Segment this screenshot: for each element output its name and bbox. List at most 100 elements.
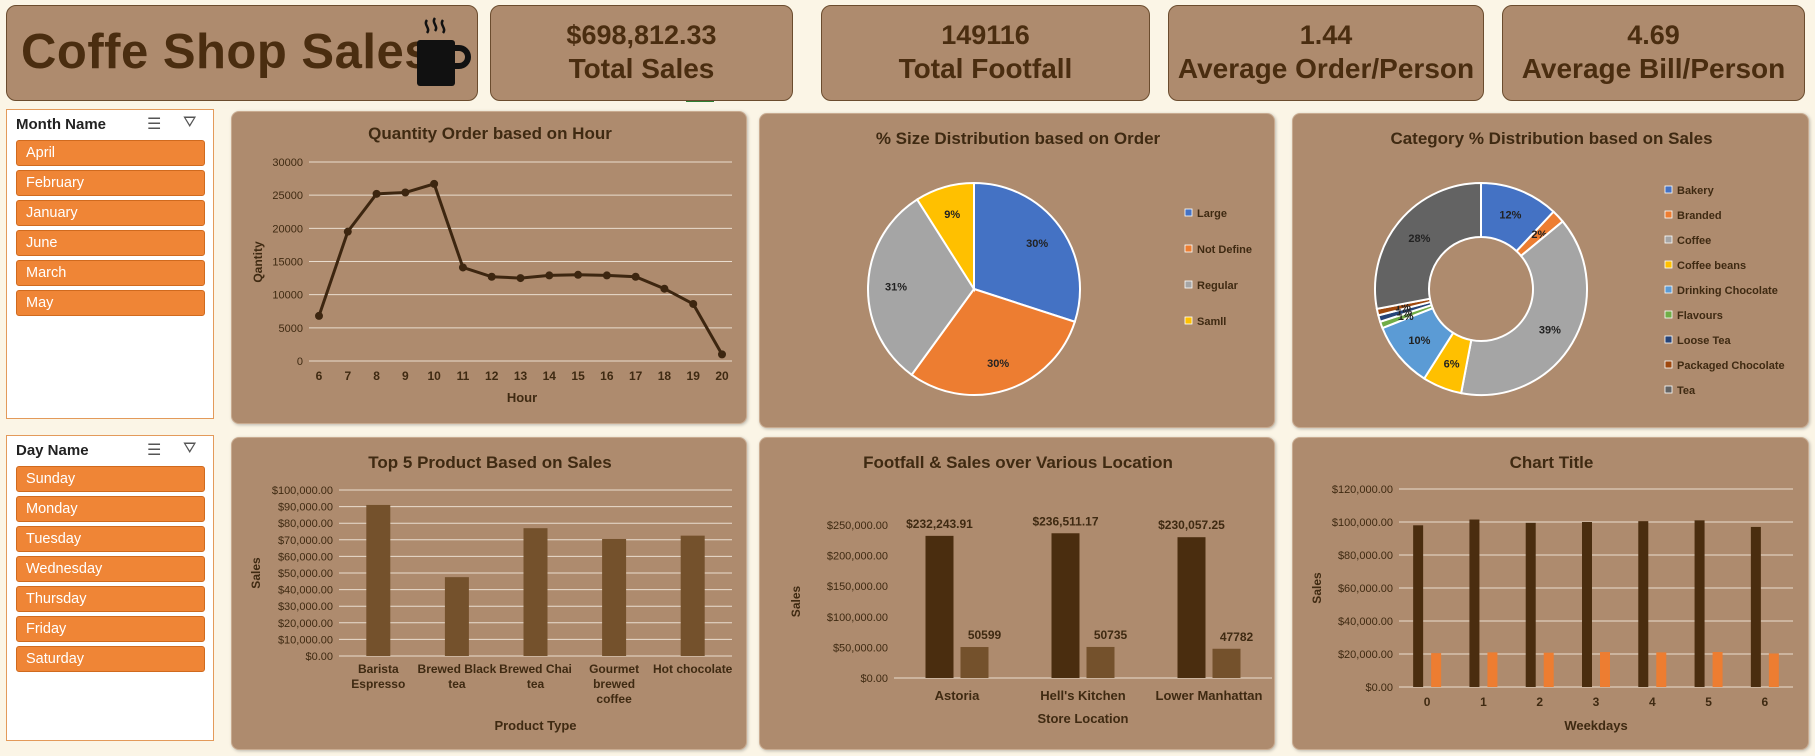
bar (523, 528, 548, 656)
slicer-item[interactable]: Thursday (16, 586, 205, 612)
bar (1582, 522, 1592, 687)
slicer-item[interactable]: Sunday (16, 466, 205, 492)
y-tick-label: $100,000.00 (827, 612, 888, 624)
bar (1543, 652, 1554, 687)
kpi-value: 1.44 (1299, 20, 1353, 50)
legend-label: Bakery (1677, 185, 1715, 197)
slicer-item[interactable]: February (16, 170, 205, 196)
y-tick-label: $200,000.00 (827, 551, 888, 563)
bar (925, 535, 954, 678)
kpi-label: Average Order/Person (1177, 53, 1475, 84)
slicer-item[interactable]: April (16, 140, 205, 166)
slicer-title: Day Name (16, 442, 89, 459)
legend-label: Tea (1677, 385, 1696, 397)
slicer-header: Month Name ☰ ⛛ (7, 110, 213, 140)
panel-size: % Size Distribution based on Order 30% 30%… (759, 113, 1275, 428)
bar (1712, 652, 1723, 687)
legend-label: Coffee beans (1677, 260, 1746, 272)
data-label: 12% (1499, 210, 1521, 222)
legend-swatch (1184, 208, 1193, 217)
data-point (343, 227, 352, 236)
y-axis-label: Sales (1310, 572, 1324, 604)
legend-swatch (1664, 235, 1673, 244)
data-point (718, 350, 726, 359)
chart-title: Quantity Order based on Hour (368, 124, 612, 143)
x-tick-label: 5 (1705, 695, 1712, 709)
clear-filter-icon[interactable]: ⛛ (183, 440, 196, 458)
slicer-item[interactable]: Tuesday (16, 526, 205, 552)
y-tick-label: $150,000.00 (827, 581, 888, 593)
x-axis-label: Weekdays (1564, 718, 1627, 733)
data-point (631, 272, 640, 281)
data-label: $236,511.17 (1032, 514, 1098, 528)
y-tick-label: 25000 (272, 190, 303, 202)
x-axis-label: Store Location (1037, 711, 1128, 726)
x-tick-label: tea (527, 677, 545, 691)
slicer-item[interactable]: Friday (16, 616, 205, 642)
slicer-item[interactable]: June (16, 230, 205, 256)
x-tick-label: 19 (687, 369, 701, 383)
slicer-item[interactable]: March (16, 260, 205, 286)
coffee-mug-icon (417, 17, 471, 86)
bar (1413, 525, 1424, 687)
legend-swatch (1184, 316, 1193, 325)
slicer-header: Day Name ☰ ⛛ (7, 436, 213, 466)
legend-label: Coffee (1677, 235, 1711, 247)
bar (1694, 520, 1705, 687)
multi-select-icon[interactable]: ☰ (147, 114, 161, 134)
bar (1212, 648, 1241, 678)
slicer-item[interactable]: January (16, 200, 205, 226)
y-tick-label: $120,000.00 (1332, 484, 1393, 496)
y-tick-label: $60,000.00 (1338, 583, 1393, 595)
slicer-item[interactable]: Monday (16, 496, 205, 522)
bar (1656, 652, 1667, 687)
bar (444, 577, 469, 656)
panel-hour: Quantity Order based on Hour 0 5000 10000 15… (231, 111, 747, 424)
y-tick-label: $250,000.00 (827, 520, 888, 532)
x-tick-label: 6 (316, 369, 323, 383)
x-axis-label: Hour (507, 390, 537, 405)
kpi-label: Total Sales (568, 53, 715, 84)
chart-footfall-sales-location: Footfall & Sales over Various Location $0… (789, 453, 1272, 726)
chart-top5-products: Top 5 Product Based on Sales $0.00 $10,000… (249, 453, 733, 733)
chart-title: Chart Title (1510, 453, 1594, 472)
kpi-value: $698,812.33 (566, 20, 717, 50)
legend-label: Flavours (1677, 310, 1723, 322)
y-tick-label: $60,000.00 (278, 551, 333, 563)
data-label: 30% (1026, 238, 1048, 250)
data-point (487, 272, 496, 281)
data-point (430, 179, 439, 188)
legend-swatch (1664, 285, 1673, 294)
kpi-total-footfall: 149116 Total Footfall (821, 5, 1150, 101)
chart-title: Category % Distribution based on Sales (1390, 129, 1712, 148)
bar (1750, 526, 1761, 687)
data-label: $232,243.91 (906, 517, 973, 531)
y-tick-label: $40,000.00 (278, 585, 333, 597)
data-point (602, 271, 611, 280)
data-label: $230,057.25 (1158, 518, 1225, 532)
kpi-value: 4.69 (1627, 20, 1680, 50)
y-tick-label: $0.00 (1365, 682, 1393, 694)
bar (1487, 652, 1498, 687)
slicer-item[interactable]: Saturday (16, 646, 205, 672)
x-tick-label: 15 (571, 369, 585, 383)
legend-swatch (1664, 360, 1673, 369)
x-tick-label: 8 (373, 369, 380, 383)
data-label: 31% (885, 282, 907, 294)
multi-select-icon[interactable]: ☰ (147, 440, 161, 460)
slicer-item[interactable]: May (16, 290, 205, 316)
chart-title: Footfall & Sales over Various Location (863, 453, 1173, 472)
x-tick-label: Brewed Black (418, 662, 497, 676)
y-tick-label: $100,000.00 (1332, 517, 1393, 529)
clear-filter-icon[interactable]: ⛛ (183, 114, 196, 132)
data-label: 47782 (1220, 630, 1254, 644)
panel-category: Category % Distribution based on Sales 12… (1292, 113, 1809, 428)
x-tick-label: 7 (344, 369, 351, 383)
y-tick-label: $20,000.00 (278, 618, 333, 630)
data-label: 39% (1539, 325, 1561, 337)
legend-swatch (1184, 280, 1193, 289)
slicer-item[interactable]: Wednesday (16, 556, 205, 582)
legend-label: Packaged Chocolate (1677, 360, 1785, 372)
chart-category-distribution: Category % Distribution based on Sales 12… (1374, 129, 1785, 397)
legend-swatch (1664, 385, 1673, 394)
